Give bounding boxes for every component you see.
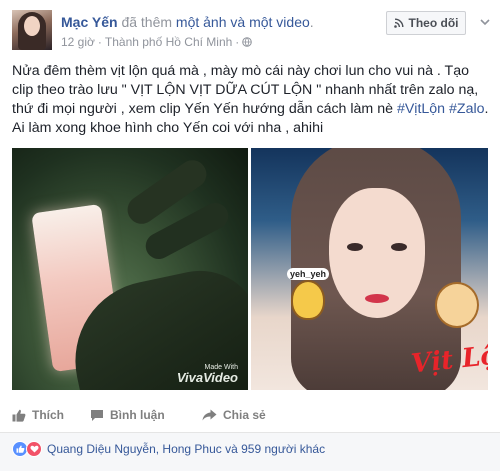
thumbs-up-icon <box>12 409 26 422</box>
photo-thumbnail[interactable]: yeh_yeh Vịt Lộn <box>251 148 488 390</box>
share-icon <box>202 409 217 421</box>
watermark-big: VivaVideo <box>176 370 238 385</box>
meta-separator-2: · <box>235 35 240 49</box>
post-meta: 12 giờ · Thành phố Hồ Chí Minh · <box>61 35 253 49</box>
hashtag-zalo[interactable]: #Zalo <box>449 101 485 117</box>
like-label: Thích <box>32 408 64 422</box>
post-time[interactable]: 12 giờ <box>61 35 95 49</box>
rss-icon <box>393 18 403 28</box>
post-header: Mạc Yến đã thêm một ảnh và một video. <box>61 14 314 30</box>
love-reaction-icon <box>26 441 42 457</box>
follow-button[interactable]: Theo dõi <box>386 11 466 35</box>
feed-post: Mạc Yến đã thêm một ảnh và một video. 12… <box>0 0 500 471</box>
meta-separator: · <box>97 35 102 49</box>
bird-sticker <box>291 280 325 320</box>
video-thumbnail[interactable]: Made With VivaVideo <box>12 148 248 390</box>
like-button[interactable]: Thích <box>12 408 78 422</box>
action-text: đã thêm <box>121 14 173 30</box>
globe-icon <box>242 37 253 47</box>
share-label: Chia sẻ <box>223 408 266 422</box>
hashtag-vitlon[interactable]: #VịtLộn <box>397 101 445 117</box>
reactions-summary[interactable]: Quang Diệu Nguyễn, Hong Phuc và 959 ngườ… <box>12 441 325 457</box>
author-avatar[interactable] <box>12 10 52 50</box>
post-options-button[interactable] <box>478 15 492 29</box>
follow-label: Theo dõi <box>408 16 459 30</box>
vivavideo-watermark: Made With VivaVideo <box>177 364 238 384</box>
header-period: . <box>309 14 314 30</box>
sticker-bubble: yeh_yeh <box>287 268 330 280</box>
comment-button[interactable]: Bình luận <box>90 408 190 422</box>
reaction-names[interactable]: Quang Diệu Nguyễn, Hong Phuc và 959 ngườ… <box>47 442 325 456</box>
media-link[interactable]: một ảnh và một video <box>176 14 310 30</box>
chevron-down-icon <box>480 18 490 25</box>
share-button[interactable]: Chia sẻ <box>202 408 266 422</box>
photo-eye-left <box>347 243 363 251</box>
post-body: Nửa đêm thèm vịt lộn quá mà , mày mò cái… <box>12 62 490 138</box>
comment-label: Bình luận <box>110 408 165 422</box>
post-location[interactable]: Thành phố Hồ Chí Minh <box>105 35 232 49</box>
avatar-face <box>24 16 40 36</box>
photo-eye-right <box>391 243 407 251</box>
photo-lips <box>365 294 389 303</box>
author-name[interactable]: Mạc Yến <box>61 14 118 30</box>
comment-icon <box>91 409 103 421</box>
baby-sticker <box>435 282 479 328</box>
post-actions: Thích Bình luận Chia sẻ <box>12 402 488 428</box>
